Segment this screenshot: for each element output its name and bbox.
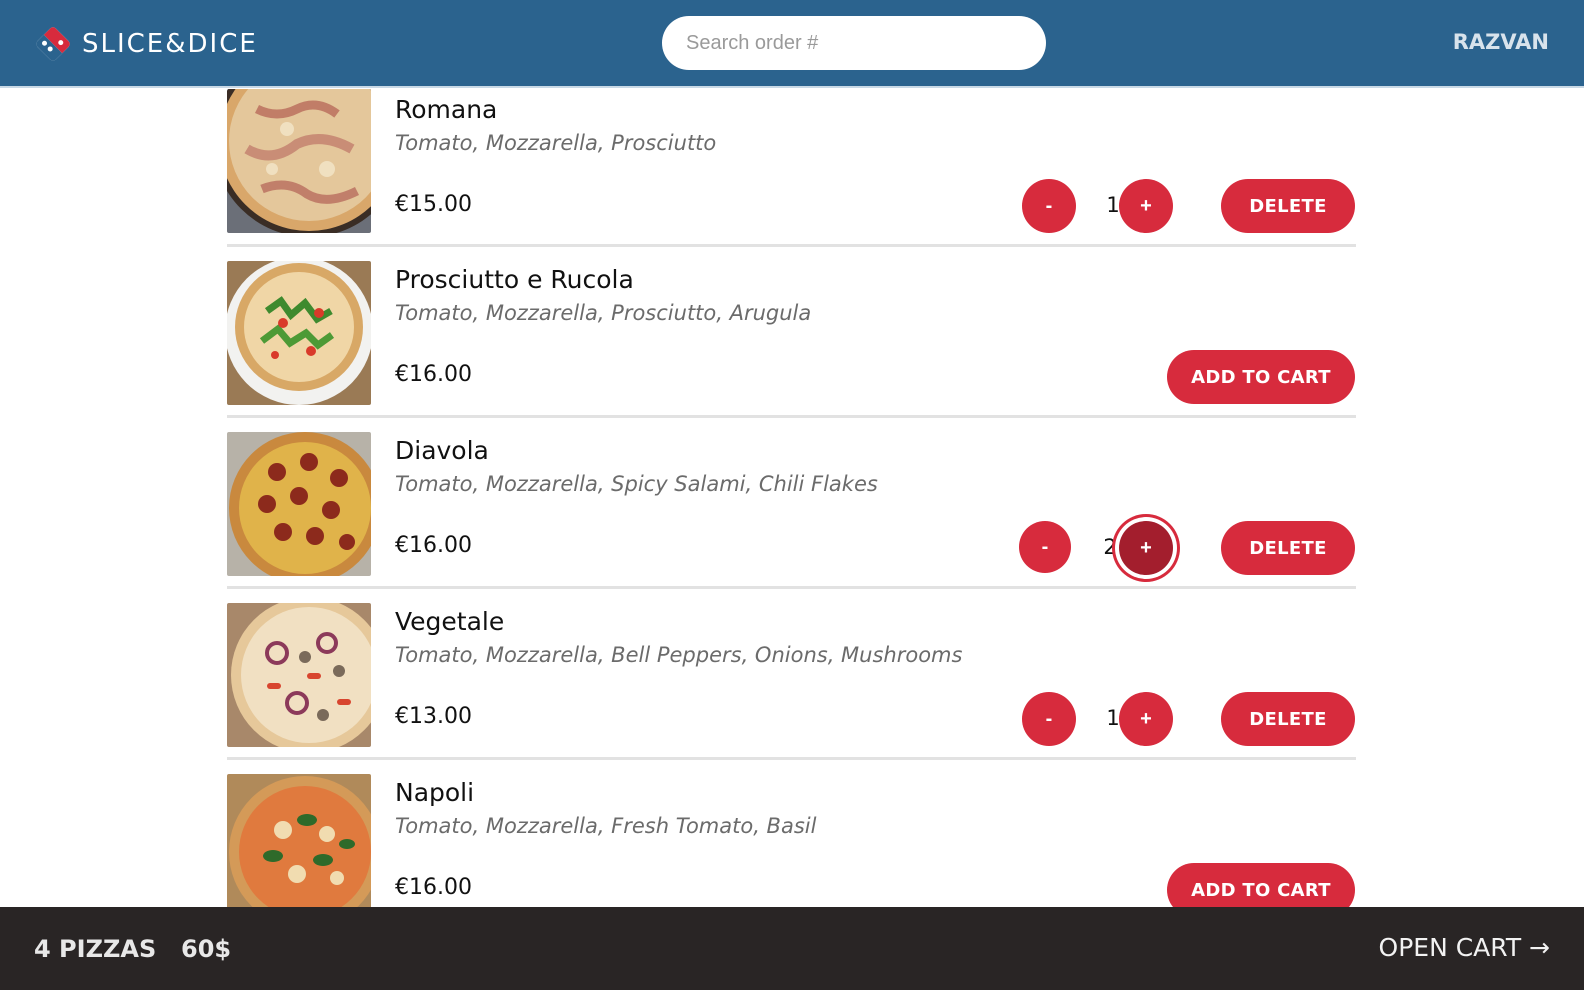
pizza-name: Napoli <box>395 778 475 807</box>
pizza-item-prosciutto-e-rucola: Prosciutto e Rucola Tomato, Mozzarella, … <box>227 247 1356 418</box>
pizza-list: Romana Tomato, Mozzarella, Prosciutto €1… <box>227 89 1356 931</box>
brand-name: SLICE&DICE <box>82 29 258 59</box>
user-name[interactable]: RAZVAN <box>1453 30 1549 54</box>
pizza-item-romana: Romana Tomato, Mozzarella, Prosciutto €1… <box>227 89 1356 247</box>
pizza-price: €16.00 <box>395 362 472 387</box>
increase-quantity-button[interactable]: + <box>1119 692 1173 746</box>
pizza-ingredients: Tomato, Mozzarella, Fresh Tomato, Basil <box>395 814 817 838</box>
add-to-cart-button[interactable]: ADD TO CART <box>1167 350 1355 404</box>
pizza-image <box>227 261 371 405</box>
pizza-name: Romana <box>395 95 498 124</box>
pizza-image <box>227 774 371 918</box>
delete-button[interactable]: DELETE <box>1221 521 1355 575</box>
dice-logo-icon <box>34 25 72 63</box>
search-order-input[interactable] <box>662 16 1046 70</box>
pizza-item-vegetale: Vegetale Tomato, Mozzarella, Bell Pepper… <box>227 589 1356 760</box>
pizza-price: €15.00 <box>395 192 472 217</box>
cart-total: 60$ <box>181 935 232 963</box>
pizza-ingredients: Tomato, Mozzarella, Prosciutto <box>395 131 717 155</box>
pizza-price: €16.00 <box>395 875 472 900</box>
pizza-item-napoli: Napoli Tomato, Mozzarella, Fresh Tomato,… <box>227 760 1356 931</box>
pizza-item-diavola: Diavola Tomato, Mozzarella, Spicy Salami… <box>227 418 1356 589</box>
decrease-quantity-button[interactable]: - <box>1019 521 1071 573</box>
pizza-ingredients: Tomato, Mozzarella, Bell Peppers, Onions… <box>395 643 963 667</box>
open-cart-button[interactable]: OPEN CART → <box>1379 933 1550 962</box>
pizza-name: Diavola <box>395 436 489 465</box>
pizza-image <box>227 89 371 233</box>
delete-button[interactable]: DELETE <box>1221 179 1355 233</box>
pizza-price: €13.00 <box>395 704 472 729</box>
header-bar: SLICE&DICE RAZVAN <box>0 0 1584 88</box>
pizza-image <box>227 603 371 747</box>
pizza-name: Prosciutto e Rucola <box>395 265 634 294</box>
decrease-quantity-button[interactable]: - <box>1022 692 1076 746</box>
brand-logo[interactable]: SLICE&DICE <box>34 24 258 64</box>
pizza-image <box>227 432 371 576</box>
pizza-ingredients: Tomato, Mozzarella, Spicy Salami, Chili … <box>395 472 878 496</box>
increase-quantity-button[interactable]: + <box>1119 179 1173 233</box>
pizza-price: €16.00 <box>395 533 472 558</box>
delete-button[interactable]: DELETE <box>1221 692 1355 746</box>
pizza-ingredients: Tomato, Mozzarella, Prosciutto, Arugula <box>395 301 812 325</box>
increase-quantity-button[interactable]: + <box>1119 521 1173 575</box>
cart-pizza-count: 4 PIZZAS <box>34 935 157 963</box>
decrease-quantity-button[interactable]: - <box>1022 179 1076 233</box>
pizza-name: Vegetale <box>395 607 505 636</box>
cart-summary-bar: 4 PIZZAS 60$ OPEN CART → <box>0 907 1584 990</box>
